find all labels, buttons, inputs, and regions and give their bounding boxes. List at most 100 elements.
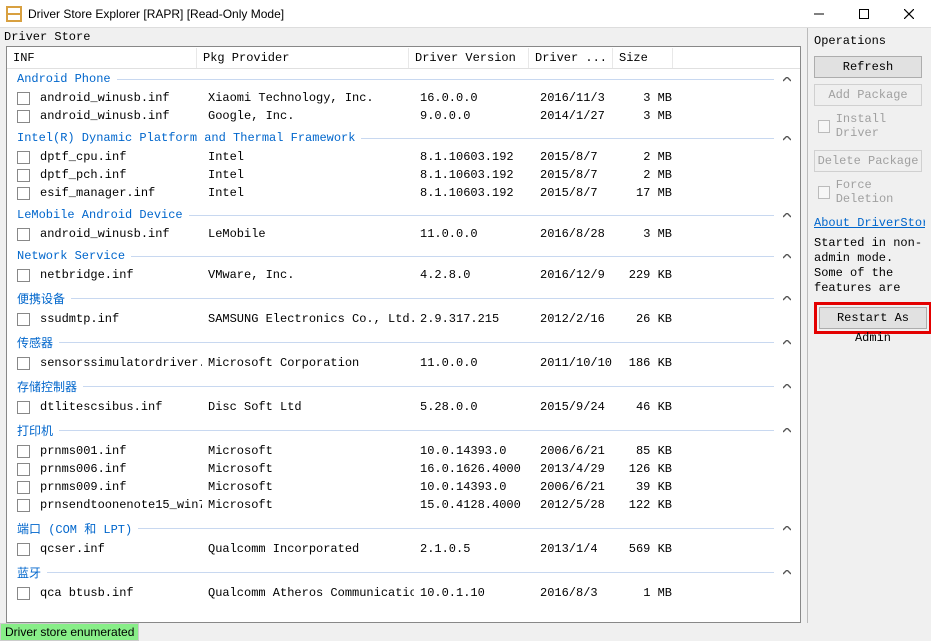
group-line: [83, 386, 774, 387]
chevron-up-icon[interactable]: [780, 566, 794, 580]
row-checkbox[interactable]: [17, 110, 30, 123]
cell-version: 11.0.0.0: [414, 227, 534, 241]
cell-date: 2015/8/7: [534, 168, 618, 182]
row-checkbox[interactable]: [17, 401, 30, 414]
driver-row[interactable]: qca btusb.infQualcomm Atheros Communicat…: [7, 584, 800, 602]
install-driver-label: Install Driver: [836, 112, 925, 140]
chevron-up-icon[interactable]: [780, 336, 794, 350]
driver-row[interactable]: android_winusb.infGoogle, Inc.9.0.0.0201…: [7, 107, 800, 125]
row-checkbox[interactable]: [17, 92, 30, 105]
cell-date: 2016/8/28: [534, 227, 618, 241]
restart-as-admin-button[interactable]: Restart As Admin: [819, 307, 927, 329]
col-provider[interactable]: Pkg Provider: [197, 48, 409, 68]
cell-version: 10.0.14393.0: [414, 444, 534, 458]
group-name: 传感器: [17, 334, 53, 351]
cell-size: 1 MB: [618, 586, 678, 600]
row-checkbox[interactable]: [17, 499, 30, 512]
maximize-button[interactable]: [841, 0, 886, 28]
driver-row[interactable]: android_winusb.infLeMobile11.0.0.02016/8…: [7, 225, 800, 243]
group-header[interactable]: Android Phone: [7, 69, 800, 89]
cell-version: 8.1.10603.192: [414, 168, 534, 182]
driver-store-panel: Driver Store INF Pkg Provider Driver Ver…: [0, 28, 808, 623]
driver-row[interactable]: prnms009.infMicrosoft10.0.14393.02006/6/…: [7, 478, 800, 496]
chevron-up-icon[interactable]: [780, 249, 794, 263]
cell-size: 186 KB: [618, 356, 678, 370]
cell-version: 9.0.0.0: [414, 109, 534, 123]
group-header[interactable]: 便携设备: [7, 287, 800, 310]
driver-row[interactable]: prnms001.infMicrosoft10.0.14393.02006/6/…: [7, 442, 800, 460]
col-version[interactable]: Driver Version: [409, 48, 529, 68]
cell-inf: prnms006.inf: [34, 462, 202, 476]
row-checkbox[interactable]: [17, 187, 30, 200]
about-link[interactable]: About DriverStoreExpl: [814, 216, 925, 230]
minimize-button[interactable]: [796, 0, 841, 28]
group-line: [361, 138, 774, 139]
row-checkbox[interactable]: [17, 151, 30, 164]
row-checkbox[interactable]: [17, 587, 30, 600]
chevron-up-icon[interactable]: [780, 292, 794, 306]
cell-version: 4.2.8.0: [414, 268, 534, 282]
row-checkbox[interactable]: [17, 445, 30, 458]
driver-row[interactable]: esif_manager.infIntel8.1.10603.1922015/8…: [7, 184, 800, 202]
row-checkbox[interactable]: [17, 169, 30, 182]
group-header[interactable]: 传感器: [7, 331, 800, 354]
cell-inf: android_winusb.inf: [34, 91, 202, 105]
cell-version: 2.1.0.5: [414, 542, 534, 556]
group-header[interactable]: 端口 (COM 和 LPT): [7, 517, 800, 540]
group-line: [59, 342, 774, 343]
group-header[interactable]: Network Service: [7, 246, 800, 266]
cell-provider: Intel: [202, 168, 414, 182]
col-size[interactable]: Size: [613, 48, 673, 68]
row-checkbox[interactable]: [17, 357, 30, 370]
driver-row[interactable]: dptf_cpu.infIntel8.1.10603.1922015/8/72 …: [7, 148, 800, 166]
cell-provider: Qualcomm Incorporated: [202, 542, 414, 556]
driver-row[interactable]: qcser.infQualcomm Incorporated2.1.0.5201…: [7, 540, 800, 558]
cell-version: 15.0.4128.4000: [414, 498, 534, 512]
list-body[interactable]: Android Phoneandroid_winusb.infXiaomi Te…: [7, 69, 800, 622]
chevron-up-icon[interactable]: [780, 72, 794, 86]
row-checkbox[interactable]: [17, 543, 30, 556]
row-checkbox[interactable]: [17, 228, 30, 241]
delete-package-button: Delete Package: [814, 150, 922, 172]
cell-date: 2016/12/9: [534, 268, 618, 282]
group-header[interactable]: Intel(R) Dynamic Platform and Thermal Fr…: [7, 128, 800, 148]
row-checkbox[interactable]: [17, 463, 30, 476]
group-line: [59, 430, 774, 431]
cell-provider: VMware, Inc.: [202, 268, 414, 282]
group-header[interactable]: 打印机: [7, 419, 800, 442]
driver-row[interactable]: dtlitescsibus.infDisc Soft Ltd5.28.0.020…: [7, 398, 800, 416]
force-deletion-checkbox: [818, 186, 830, 199]
chevron-up-icon[interactable]: [780, 522, 794, 536]
driver-row[interactable]: netbridge.infVMware, Inc.4.2.8.02016/12/…: [7, 266, 800, 284]
chevron-up-icon[interactable]: [780, 208, 794, 222]
group-header[interactable]: 蓝牙: [7, 561, 800, 584]
driver-row[interactable]: prnms006.infMicrosoft16.0.1626.40002013/…: [7, 460, 800, 478]
driver-row[interactable]: dptf_pch.infIntel8.1.10603.1922015/8/72 …: [7, 166, 800, 184]
cell-date: 2014/1/27: [534, 109, 618, 123]
row-checkbox[interactable]: [17, 269, 30, 282]
col-date[interactable]: Driver ...: [529, 48, 613, 68]
refresh-button[interactable]: Refresh: [814, 56, 922, 78]
driver-row[interactable]: ssudmtp.infSAMSUNG Electronics Co., Ltd.…: [7, 310, 800, 328]
chevron-up-icon[interactable]: [780, 131, 794, 145]
cell-inf: dptf_cpu.inf: [34, 150, 202, 164]
group-header[interactable]: 存储控制器: [7, 375, 800, 398]
cell-provider: Microsoft: [202, 444, 414, 458]
group-line: [117, 79, 774, 80]
cell-version: 16.0.0.0: [414, 91, 534, 105]
driver-row[interactable]: sensorssimulatordriver.infMicrosoft Corp…: [7, 354, 800, 372]
status-text: Driver store enumerated: [0, 623, 139, 641]
chevron-up-icon[interactable]: [780, 424, 794, 438]
chevron-up-icon[interactable]: [780, 380, 794, 394]
group-header[interactable]: LeMobile Android Device: [7, 205, 800, 225]
col-inf[interactable]: INF: [7, 48, 197, 68]
close-button[interactable]: [886, 0, 931, 28]
driver-store-label: Driver Store: [0, 28, 807, 46]
cell-version: 10.0.14393.0: [414, 480, 534, 494]
row-checkbox[interactable]: [17, 481, 30, 494]
cell-date: 2016/8/3: [534, 586, 618, 600]
driver-row[interactable]: android_winusb.infXiaomi Technology, Inc…: [7, 89, 800, 107]
driver-row[interactable]: prnsendtoonenote15_win7.infMicrosoft15.0…: [7, 496, 800, 514]
row-checkbox[interactable]: [17, 313, 30, 326]
cell-inf: prnms009.inf: [34, 480, 202, 494]
